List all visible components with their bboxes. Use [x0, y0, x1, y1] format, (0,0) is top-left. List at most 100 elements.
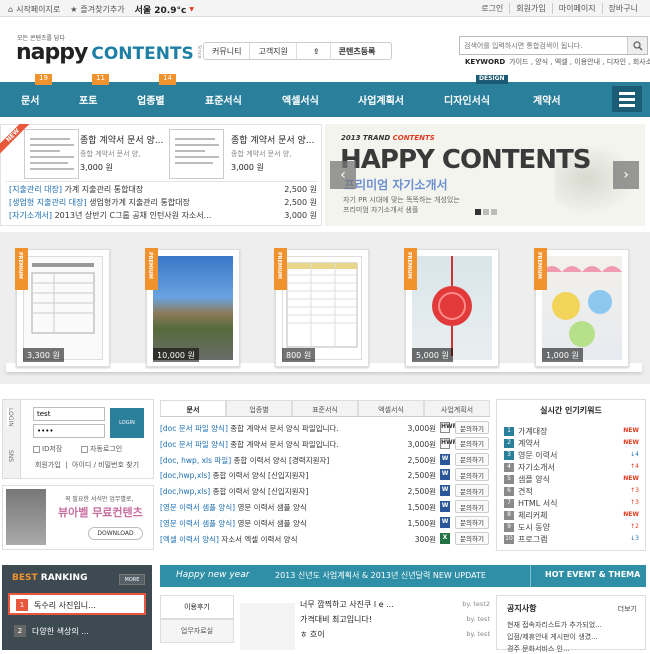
hot-event-link[interactable]: HOT EVENT & THEMA	[545, 570, 640, 579]
inquiry-button[interactable]: 문의하기	[455, 436, 489, 450]
mypage-link[interactable]: 마이페이지	[551, 3, 602, 14]
login-id-input[interactable]	[33, 407, 105, 421]
best-more-button[interactable]: MORE	[119, 574, 145, 585]
review-item[interactable]: ㅎ 흐이	[300, 629, 325, 640]
keyword-item[interactable]: 10 프로그램 ↓3	[504, 534, 639, 546]
search-button[interactable]	[627, 37, 647, 54]
weather-dropdown-icon[interactable]: ▼	[189, 6, 194, 13]
product-card[interactable]: 종합 계약서 문서 양... 종합 계약서 문서 양, 3,000 원	[231, 133, 314, 173]
inquiry-button[interactable]: 문의하기	[455, 452, 489, 466]
inquiry-button[interactable]: 문의하기	[455, 500, 489, 513]
keyword-item[interactable]: 5 샘플 양식 NEW	[504, 474, 639, 486]
review-item[interactable]: 너무 깜찍하고 사진쿠 l e ...	[300, 599, 394, 610]
rank-change: NEW	[623, 427, 639, 434]
nav-item-industry[interactable]: 업종별	[137, 92, 165, 107]
keyword-item[interactable]: 8 체리커체 NEW	[504, 510, 639, 522]
doc-row[interactable]: [doc, hwp, xls 파일] 종합 이력서 양식 [경력지원자] 2,50…	[160, 452, 490, 468]
join-link[interactable]: 회원가입	[509, 3, 551, 14]
premium-tag: PREMIUM	[534, 248, 547, 290]
tab-work-resources[interactable]: 업무자료실	[160, 619, 234, 643]
auto-login-checkbox[interactable]: 자동로그인	[81, 444, 122, 454]
product-list-item[interactable]: [생업형 지출관리 대장] 생업형가계 지출관리 통합대장 2,500 원	[9, 197, 319, 208]
keyword-list[interactable]: 가이드 , 양식 , 엑셀 , 이용안내 , 디자인 , 회사소개	[509, 58, 650, 66]
inquiry-button[interactable]: 문의하기	[455, 515, 489, 529]
save-id-checkbox[interactable]: ID저장	[33, 444, 62, 454]
doc-row[interactable]: [영문 이력서 샘플 양식] 영문 이력서 샘플 양식 1,500원 W 문의하기	[160, 515, 490, 531]
premium-item[interactable]: PREMIUM 800 원	[274, 248, 369, 367]
nav-item-photo[interactable]: 포토	[79, 92, 97, 107]
nav-item-business-plan[interactable]: 사업계획서	[358, 92, 404, 107]
banner-next-button[interactable]: ›	[613, 161, 639, 189]
menu-button[interactable]	[612, 86, 642, 112]
tab-excel-forms[interactable]: 엑셀서식	[358, 400, 424, 416]
inquiry-button[interactable]: 문의하기	[455, 421, 489, 434]
keyword-item[interactable]: 7 HTML 서식 ↑3	[504, 498, 639, 510]
rank-change: NEW	[623, 511, 639, 518]
keyword-item[interactable]: 1 가계대장 NEW	[504, 426, 639, 438]
promo-banner[interactable]: 2013 TRAND CONTENTS HAPPY CONTENTS 프리미엄 …	[325, 124, 645, 226]
tab-reviews[interactable]: 이용후기	[160, 595, 234, 619]
keyword-item[interactable]: 3 영문 이력서 ↓4	[504, 450, 639, 462]
review-item[interactable]: 가격대비 최고입니다!	[300, 614, 372, 625]
doc-row[interactable]: [doc 문서 파일 양식] 종합 계약서 문서 양식 파일입니다. 3,000원…	[160, 420, 490, 436]
premium-item[interactable]: PREMIUM 10,000 원	[145, 248, 240, 367]
inquiry-button[interactable]: 문의하기	[455, 531, 489, 545]
start-page-link[interactable]: ⌂ 시작페이지로	[8, 3, 60, 16]
product-thumbnail[interactable]	[24, 129, 79, 179]
site-logo[interactable]: nappy CONTENTS Since	[16, 40, 202, 65]
nav-item-contract[interactable]: 계약서	[533, 92, 561, 107]
nav-item-docs[interactable]: 문서	[21, 92, 39, 107]
content-register-link[interactable]: ⇪ 콘텐츠등록	[295, 42, 392, 60]
product-list-item[interactable]: [지출관리 대장] 가계 지출관리 통합대장 2,500 원	[9, 184, 319, 195]
tab-docs[interactable]: 문서	[160, 400, 226, 416]
doc-row[interactable]: [doc,hwp,xls] 종합 이력서 양식 [신입지원자] 2,500원 W 문의…	[160, 467, 490, 483]
nav-item-standard-forms[interactable]: 표준서식	[205, 92, 242, 107]
premium-item[interactable]: PREMIUM 5,000 원	[404, 248, 499, 367]
keyword-item[interactable]: 9 도시 동양 ↑2	[504, 522, 639, 534]
community-link[interactable]: 커뮤니티	[204, 43, 249, 59]
tab-business-plan[interactable]: 사업계획서	[424, 400, 490, 416]
doc-price: 1,500원	[407, 518, 436, 528]
notice-item[interactable]: 현재 접속자리스트가 추가되었...	[507, 620, 629, 630]
premium-price: 10,000 원	[153, 348, 199, 362]
notice-item[interactable]: 경주 문화서비스 인...	[507, 644, 629, 654]
new-year-banner[interactable]: Happy new year 2013 신년도 사업계획서 & 2013년 신년…	[160, 565, 646, 587]
inquiry-button[interactable]: 문의하기	[455, 468, 489, 482]
search-input[interactable]	[460, 37, 625, 54]
free-content-ad[interactable]: 꼭 필요한 서식만 업무별로, 뷰아벨 무료컨텐츠 DOWNLOAD	[2, 485, 154, 550]
banner-pager[interactable]	[475, 209, 497, 215]
find-account-link[interactable]: 아이디 / 비밀번호 찾기	[72, 461, 139, 469]
ranking-item[interactable]: 1 독수리 사진입니...	[8, 593, 146, 615]
nav-item-design-forms[interactable]: 디자인서식	[444, 92, 490, 107]
support-link[interactable]: 고객지원	[249, 43, 295, 59]
product-list-item[interactable]: [자기소개서] 2013년 상반기 C그룹 공채 인턴사원 자소서... 3,00…	[9, 210, 319, 221]
product-thumbnail[interactable]	[169, 129, 224, 179]
notice-more-link[interactable]: 더보기	[618, 604, 637, 614]
premium-item[interactable]: PREMIUM 3,300 원	[15, 248, 110, 367]
notice-item[interactable]: 입점/제휴안내 게시판이 생겼...	[507, 632, 629, 642]
tab-sns[interactable]: SNS	[7, 450, 14, 462]
keyword-item[interactable]: 2 계약서 NEW	[504, 438, 639, 450]
tab-standard-forms[interactable]: 표준서식	[292, 400, 358, 416]
doc-row[interactable]: [엑셀 이력서 양식] 자소서 엑셀 이력서 양식 300원 X 문의하기	[160, 531, 490, 547]
ranking-item[interactable]: 2 다양한 색상의 ...	[8, 621, 146, 643]
doc-row[interactable]: [doc,hwp,xls] 종합 이력서 양식 [신입지원자] 2,500원 W 문의…	[160, 483, 490, 499]
join-link[interactable]: 회원가입	[35, 461, 61, 469]
cart-link[interactable]: 장바구니	[601, 3, 644, 14]
login-password-input[interactable]	[33, 424, 105, 438]
login-button[interactable]: LOGIN	[110, 408, 144, 438]
tab-industry[interactable]: 업종별	[226, 400, 292, 416]
keyword-item[interactable]: 4 자기소개서 ↑4	[504, 462, 639, 474]
doc-row[interactable]: [영문 이력서 샘플 양식] 영문 이력서 샘플 양식 1,500원 W 문의하기	[160, 499, 490, 515]
doc-row[interactable]: [doc 문서 파일 양식] 종합 계약서 문서 양식 파일입니다. 3,000원…	[160, 436, 490, 452]
product-card[interactable]: 종합 계약서 문서 양... 종합 계약서 문서 양, 3,000 원	[80, 133, 163, 173]
inquiry-button[interactable]: 문의하기	[455, 484, 489, 498]
login-link[interactable]: 로그인	[475, 3, 509, 14]
banner-prev-button[interactable]: ‹	[330, 161, 356, 189]
tab-login[interactable]: LOGIN	[7, 408, 14, 427]
premium-item[interactable]: PREMIUM 1,000 원	[534, 248, 629, 367]
download-button[interactable]: DOWNLOAD	[88, 527, 143, 540]
nav-item-excel-forms[interactable]: 엑셀서식	[282, 92, 319, 107]
keyword-item[interactable]: 6 견적 ↑3	[504, 486, 639, 498]
bookmark-link[interactable]: ★ 즐겨찾기추가	[70, 3, 124, 16]
